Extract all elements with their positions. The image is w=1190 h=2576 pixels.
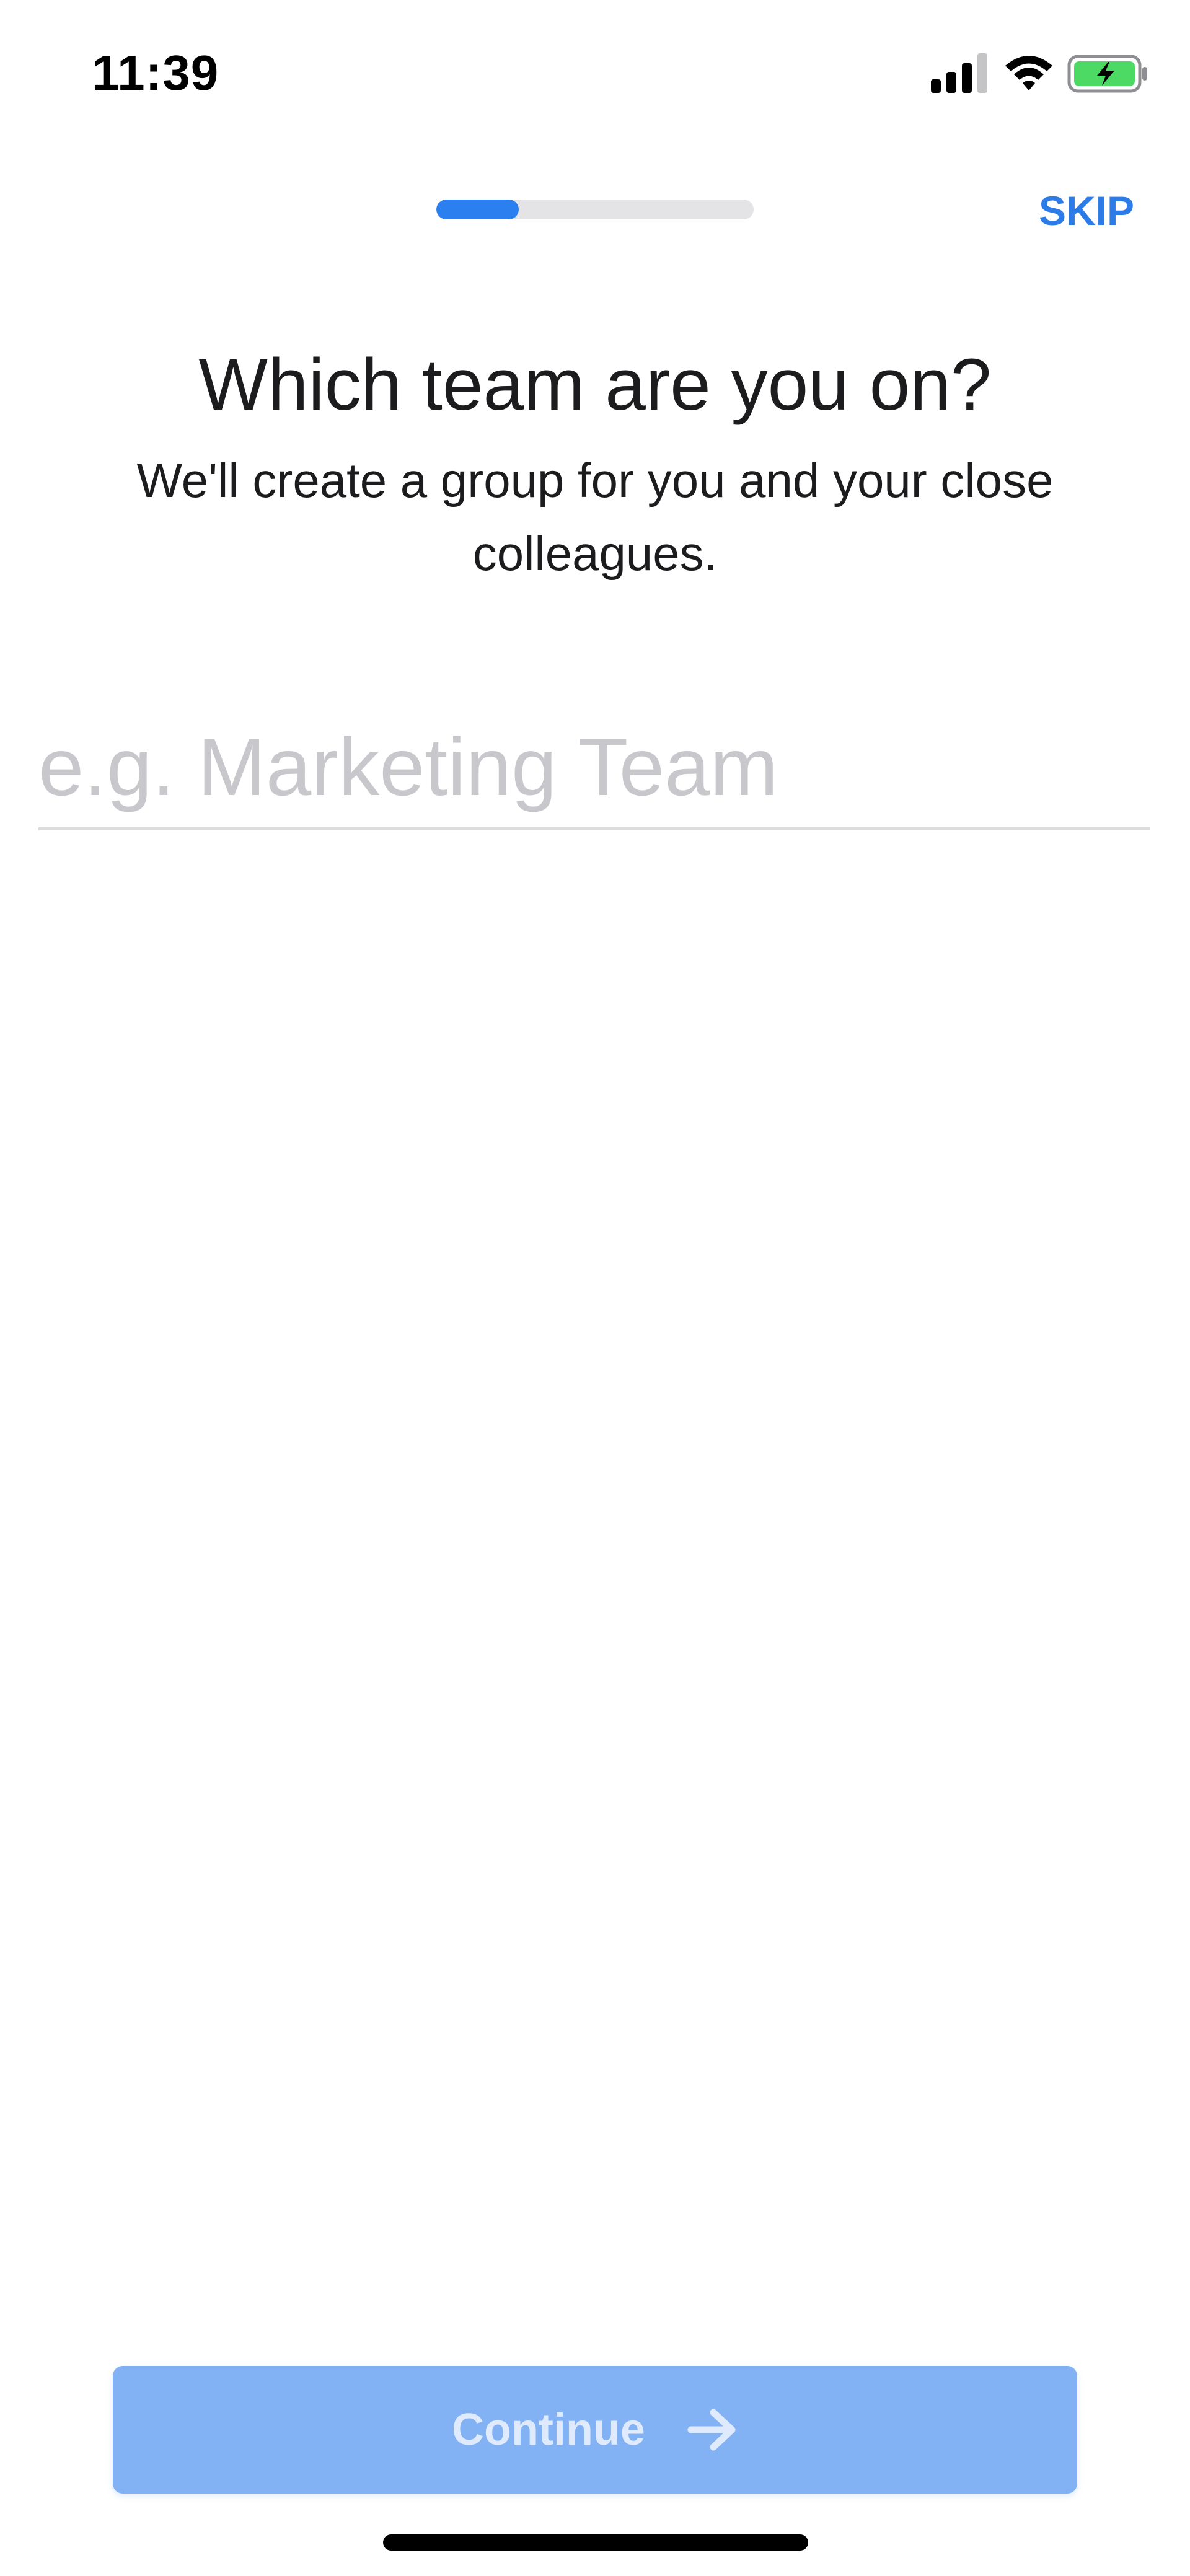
continue-button[interactable]: Continue <box>113 2366 1077 2494</box>
onboarding-progress-fill <box>436 200 519 219</box>
status-bar: 11:39 <box>0 0 1190 143</box>
onboarding-progress-bar <box>436 200 754 219</box>
wifi-icon <box>1005 56 1052 90</box>
page-title: Which team are you on? <box>198 344 992 426</box>
continue-button-label: Continue <box>452 2405 645 2455</box>
team-name-input[interactable] <box>38 706 1150 830</box>
signal-icon <box>931 53 987 93</box>
arrow-right-icon <box>687 2409 736 2451</box>
status-time: 11:39 <box>92 45 219 100</box>
battery-charging-icon <box>1067 55 1147 93</box>
skip-button[interactable]: SKIP <box>1039 186 1134 235</box>
home-indicator <box>383 2534 808 2551</box>
page-subtitle: We'll create a group for you and your cl… <box>136 453 1054 581</box>
